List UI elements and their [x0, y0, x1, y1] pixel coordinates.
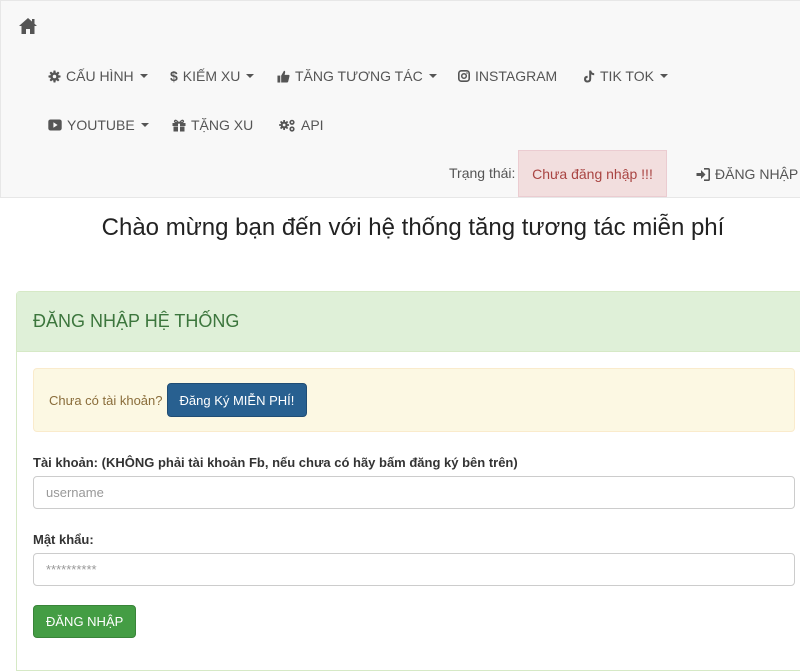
chevron-down-icon: [140, 123, 149, 127]
login-button[interactable]: ĐĂNG NHẬP: [33, 605, 137, 638]
gears-icon: [279, 119, 295, 132]
nav-tang-xu-label: TẶNG XU: [191, 117, 254, 133]
status-badge: Chưa đăng nhập !!!: [518, 150, 667, 197]
instagram-icon: [458, 70, 470, 82]
nav-tiktok[interactable]: TIK TOK: [583, 66, 668, 86]
nav-tang-tuong-tac[interactable]: TĂNG TƯƠNG TÁC: [277, 66, 437, 86]
chevron-down-icon: [659, 74, 668, 78]
nav-tang-xu[interactable]: TẶNG XU: [172, 115, 253, 135]
dollar-icon: $: [170, 68, 178, 84]
nav-kiem-xu[interactable]: $ KIẾM XU: [170, 66, 255, 86]
welcome-heading: Chào mừng bạn đến với hệ thống tăng tươn…: [101, 214, 725, 241]
nav-tang-tuong-tac-label: TĂNG TƯƠNG TÁC: [295, 68, 423, 84]
tiktok-icon: [584, 70, 595, 82]
nav-login-label: ĐĂNG NHẬP: [715, 166, 799, 182]
status-label: Trạng thái:: [449, 165, 516, 181]
username-input[interactable]: [33, 476, 795, 509]
password-label: Mật khẩu:: [33, 532, 94, 547]
thumbs-up-icon: [277, 70, 290, 83]
home-icon: [19, 18, 37, 34]
panel-heading: ĐĂNG NHẬP HỆ THỐNG: [17, 292, 800, 352]
chevron-down-icon: [246, 74, 255, 78]
nav-instagram-label: INSTAGRAM: [475, 68, 558, 84]
register-button[interactable]: Đăng Ký MIỄN PHÍ!: [166, 383, 308, 417]
chevron-down-icon: [428, 74, 437, 78]
gear-icon: [48, 69, 61, 83]
nav-login-link[interactable]: ĐĂNG NHẬP: [696, 164, 798, 184]
sign-in-icon: [696, 167, 710, 181]
nav-youtube[interactable]: YOUTUBE: [48, 115, 149, 135]
youtube-icon: [48, 119, 62, 131]
chevron-down-icon: [139, 74, 148, 78]
login-panel: ĐĂNG NHẬP HỆ THỐNG Chưa có tài khoản? Đă…: [16, 291, 800, 671]
gift-icon: [172, 119, 186, 131]
username-label: Tài khoản: (KHÔNG phải tài khoản Fb, nếu…: [33, 455, 518, 470]
nav-instagram[interactable]: INSTAGRAM: [458, 66, 557, 86]
nav-kiem-xu-label: KIẾM XU: [182, 68, 241, 84]
register-alert: Chưa có tài khoản? Đăng Ký MIỄN PHÍ!: [33, 368, 795, 432]
nav-tiktok-label: TIK TOK: [600, 68, 654, 84]
password-input[interactable]: [33, 553, 795, 586]
navbar: CẤU HÌNH $ KIẾM XU TĂNG TƯƠNG TÁC INSTAG…: [0, 0, 800, 198]
nav-api-label: API: [301, 117, 324, 133]
nav-youtube-label: YOUTUBE: [67, 117, 135, 133]
alert-text: Chưa có tài khoản?: [49, 392, 163, 408]
nav-cau-hinh[interactable]: CẤU HÌNH: [48, 66, 148, 86]
nav-api[interactable]: API: [279, 115, 324, 135]
home-link[interactable]: [15, 13, 41, 39]
nav-cau-hinh-label: CẤU HÌNH: [66, 68, 134, 84]
